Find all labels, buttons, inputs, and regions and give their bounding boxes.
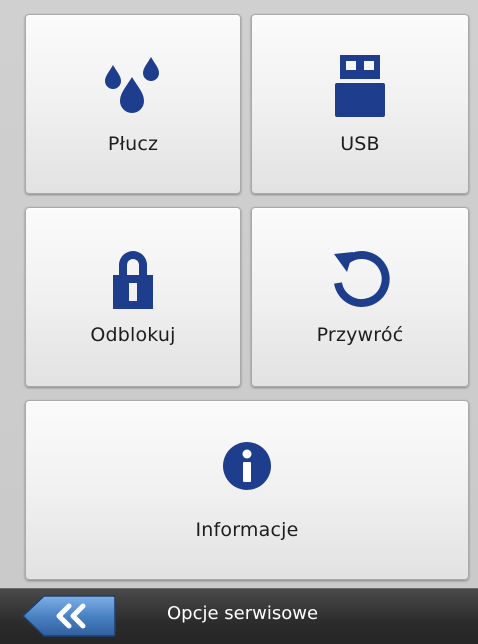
usb-button[interactable]: USB — [251, 14, 469, 194]
restore-arrow-icon — [334, 251, 390, 307]
service-menu-screen: Płucz USB Odblokuj Przywróć Informacje O… — [0, 0, 478, 644]
info-label: Informacje — [195, 519, 299, 541]
unlock-button[interactable]: Odblokuj — [25, 207, 241, 387]
back-button[interactable] — [22, 595, 116, 637]
unlock-label: Odblokuj — [90, 324, 176, 346]
screen-title: Opcje serwisowe — [167, 603, 319, 624]
water-drops-icon — [105, 57, 159, 113]
bottom-bar: Opcje serwisowe — [0, 588, 478, 644]
restore-label: Przywróć — [316, 324, 404, 346]
restore-button[interactable]: Przywróć — [251, 207, 469, 387]
rinse-label: Płucz — [107, 133, 159, 155]
usb-label: USB — [340, 133, 380, 155]
rinse-button[interactable]: Płucz — [25, 14, 241, 194]
info-button[interactable]: Informacje — [25, 400, 469, 580]
info-icon — [223, 442, 271, 490]
padlock-icon — [113, 251, 153, 309]
usb-stick-icon — [335, 55, 385, 117]
